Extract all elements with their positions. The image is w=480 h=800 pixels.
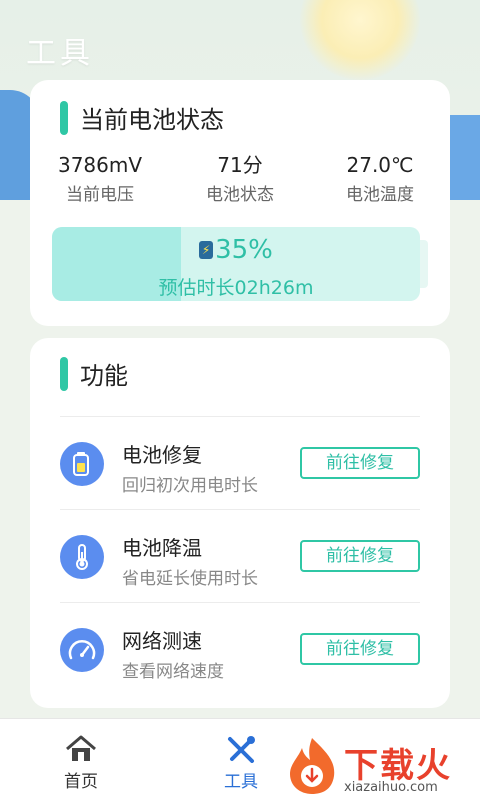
- function-card-title: 功能: [80, 362, 128, 390]
- battery-cooling-go-button[interactable]: 前往修复: [300, 540, 420, 572]
- function-desc: 省电延长使用时长: [122, 569, 258, 589]
- watermark-url: xiazaihuo.com: [344, 780, 438, 795]
- status-card-title: 当前电池状态: [80, 106, 224, 134]
- function-item-battery-repair: 电池修复 回归初次用电时长 前往修复: [60, 417, 420, 509]
- stat-value: 3786mV: [57, 153, 143, 177]
- stat-voltage: 3786mV 当前电压: [30, 152, 170, 205]
- battery-percent: 35%: [215, 235, 273, 265]
- flame-icon: [290, 738, 335, 794]
- battery-cap: [420, 240, 428, 288]
- function-name: 网络测速: [122, 629, 202, 653]
- charging-bolt-icon: ⚡: [199, 241, 214, 259]
- stat-label: 电池温度: [346, 185, 414, 205]
- sun-decoration: [300, 0, 420, 80]
- battery-icon: [60, 442, 104, 486]
- stat-value: 71分: [217, 153, 263, 177]
- battery-status-card: 当前电池状态 3786mV 当前电压 71分 电池状态 27.0℃ 电池温度 ⚡…: [30, 80, 450, 326]
- stat-temperature: 27.0℃ 电池温度: [310, 152, 450, 205]
- function-name: 电池修复: [122, 443, 202, 467]
- accent-bar: [60, 100, 68, 135]
- home-icon: [41, 735, 121, 763]
- stat-label: 当前电压: [66, 185, 134, 205]
- function-item-battery-cooling: 电池降温 省电延长使用时长 前往修复: [60, 510, 420, 602]
- battery-stats: 3786mV 当前电压 71分 电池状态 27.0℃ 电池温度: [30, 152, 450, 205]
- watermark-logo: 下载火 xiazaihuo.com: [284, 736, 480, 800]
- function-desc: 回归初次用电时长: [122, 476, 258, 496]
- page-title: 工具: [26, 36, 94, 71]
- network-speed-go-button[interactable]: 前往修复: [300, 633, 420, 665]
- stat-label: 电池状态: [206, 185, 274, 205]
- tab-label: 首页: [64, 772, 98, 792]
- speedometer-icon: [60, 628, 104, 672]
- function-name: 电池降温: [122, 536, 202, 560]
- battery-percent-row: ⚡ 35%: [52, 235, 420, 265]
- tools-icon: [201, 735, 281, 763]
- status-card-header: 当前电池状态: [60, 100, 224, 135]
- tab-home[interactable]: 首页: [41, 735, 121, 792]
- battery-estimate: 预估时长02h26m: [158, 277, 314, 299]
- stat-health: 71分 电池状态: [170, 152, 310, 205]
- accent-bar: [60, 356, 68, 391]
- tab-label: 工具: [224, 772, 258, 792]
- function-desc: 查看网络速度: [122, 662, 224, 682]
- thermometer-icon: [60, 535, 104, 579]
- battery-level-bar: ⚡ 35% 预估时长02h26m: [52, 227, 420, 301]
- stat-value: 27.0℃: [346, 153, 414, 177]
- function-item-network-speed: 网络测速 查看网络速度 前往修复: [60, 603, 420, 695]
- function-card-header: 功能: [60, 356, 128, 391]
- tab-tools[interactable]: 工具: [201, 735, 281, 792]
- function-card: 功能 电池修复 回归初次用电时长 前往修复 电池降温 省电延长使用时长 前往修复: [30, 338, 450, 708]
- battery-repair-go-button[interactable]: 前往修复: [300, 447, 420, 479]
